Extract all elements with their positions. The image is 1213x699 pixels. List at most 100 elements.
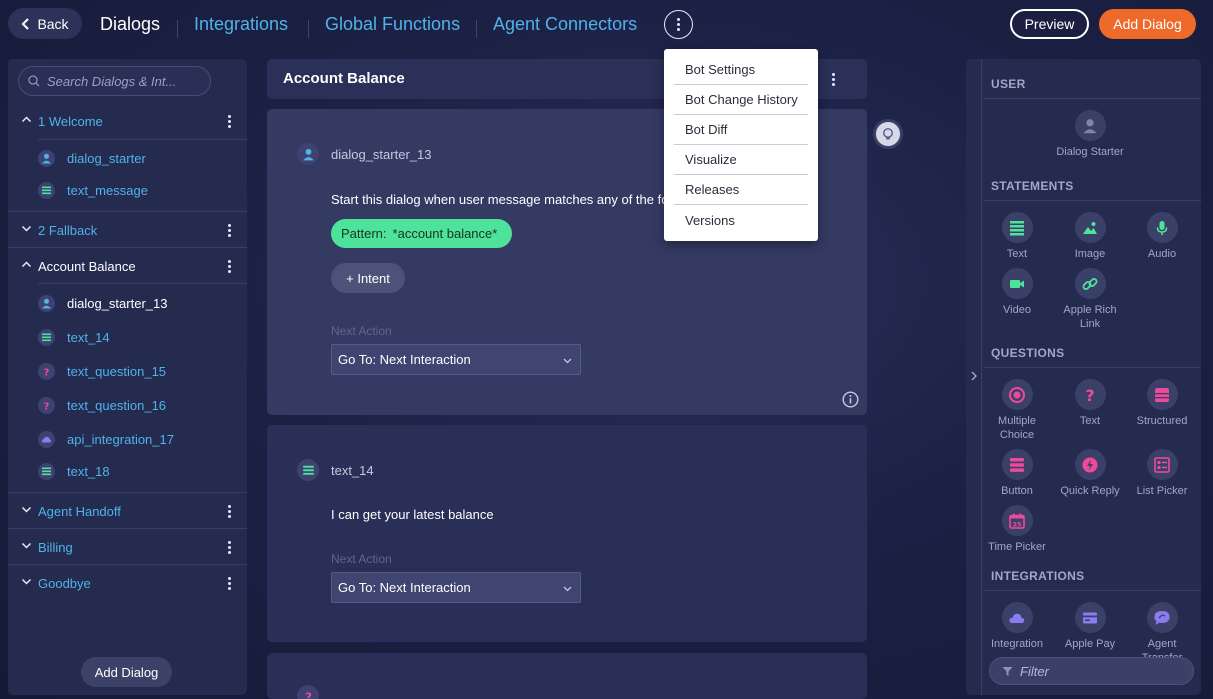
group-title: Billing: [38, 540, 73, 555]
section-title-integrations: INTEGRATIONS: [991, 569, 1085, 583]
menu-item-bot-settings[interactable]: Bot Settings: [674, 55, 808, 85]
select-value: Go To: Next Interaction: [338, 352, 471, 367]
list-item[interactable]: ? text_question_15: [38, 360, 166, 382]
image-icon: [1074, 212, 1106, 243]
dialog-group-agent-handoff[interactable]: Agent Handoff: [8, 493, 247, 529]
svg-text:?: ?: [1085, 386, 1094, 404]
palette-item-apple-pay[interactable]: Apple Pay: [1054, 602, 1126, 651]
group-options-button[interactable]: [225, 574, 233, 592]
calendar-day: 25: [1012, 520, 1022, 528]
divider: [984, 367, 1201, 368]
dialog-group-fallback[interactable]: 2 Fallback: [8, 212, 247, 248]
chevron-up-icon: [21, 261, 32, 268]
group-options-button[interactable]: [225, 112, 233, 130]
message-text[interactable]: I can get your latest balance: [331, 507, 494, 522]
credit-card-icon: [1074, 602, 1106, 633]
preview-button[interactable]: Preview: [1010, 9, 1089, 39]
group-options-button[interactable]: [225, 257, 233, 275]
search-input[interactable]: [47, 73, 207, 89]
add-intent-button[interactable]: + Intent: [331, 263, 405, 293]
back-button[interactable]: Back: [8, 8, 82, 39]
dialog-group-billing[interactable]: Billing: [8, 529, 247, 565]
chevron-down-icon: [21, 225, 32, 232]
group-title: Goodbye: [38, 576, 91, 591]
info-icon[interactable]: [842, 391, 859, 408]
tab-integrations[interactable]: Integrations: [194, 14, 288, 35]
palette-item-quick-reply[interactable]: Quick Reply: [1054, 449, 1126, 498]
palette-item-text[interactable]: Text: [981, 212, 1053, 261]
list-item[interactable]: api_integration_17: [38, 428, 174, 450]
list-item[interactable]: text_14: [38, 326, 110, 348]
chevron-down-icon: [21, 542, 32, 549]
text-node-card[interactable]: text_14 I can get your latest balance Ne…: [267, 425, 867, 642]
group-options-button[interactable]: [225, 502, 233, 520]
list-picker-icon: [1146, 449, 1178, 480]
lightning-icon: [1074, 449, 1106, 480]
sidebar-add-dialog-button[interactable]: Add Dialog: [81, 657, 172, 687]
tab-agent-connectors[interactable]: Agent Connectors: [493, 14, 637, 35]
palette-label: Multiple Choice: [998, 414, 1036, 442]
cloud-icon: [38, 430, 55, 448]
list-item[interactable]: text_message: [38, 179, 148, 201]
menu-item-bot-diff[interactable]: Bot Diff: [674, 115, 808, 145]
palette-item-dialog-starter[interactable]: Dialog Starter: [1054, 110, 1126, 159]
palette-label-line: Link: [1079, 318, 1101, 330]
dialog-group-goodbye[interactable]: Goodbye: [8, 565, 247, 601]
user-icon: [297, 143, 319, 165]
more-options-button[interactable]: [664, 10, 693, 39]
palette-item-button[interactable]: Button: [981, 449, 1053, 498]
palette-item-video[interactable]: Video: [981, 268, 1053, 317]
palette-item-time-picker[interactable]: 25 Time Picker: [981, 505, 1053, 554]
text-icon: [38, 181, 55, 199]
menu-item-bot-change-history[interactable]: Bot Change History: [674, 85, 808, 115]
palette-item-image[interactable]: Image: [1054, 212, 1126, 261]
group-options-button[interactable]: [225, 538, 233, 556]
palette-label: Text: [1006, 248, 1028, 260]
pattern-value: *account balance*: [392, 226, 498, 241]
filter-input[interactable]: [1020, 663, 1180, 679]
palette-item-list-picker[interactable]: List Picker: [1126, 449, 1198, 498]
svg-text:?: ?: [305, 690, 312, 699]
lightbulb-icon[interactable]: [873, 119, 903, 149]
add-dialog-button[interactable]: Add Dialog: [1099, 9, 1196, 39]
palette-collapse-handle[interactable]: [966, 59, 982, 695]
tab-dialogs[interactable]: Dialogs: [100, 14, 160, 35]
item-label: dialog_starter: [67, 150, 146, 166]
palette-item-agent-transfer[interactable]: Agent Transfer: [1126, 602, 1198, 665]
more-vertical-icon: [227, 540, 231, 554]
palette-item-multiple-choice[interactable]: Multiple Choice: [981, 379, 1053, 442]
question-node-card[interactable]: ?: [267, 653, 867, 699]
group-options-button[interactable]: [225, 221, 233, 239]
section-title-user: USER: [991, 77, 1026, 91]
palette-item-structured[interactable]: Structured: [1126, 379, 1198, 428]
pattern-pill[interactable]: Pattern: *account balance*: [331, 219, 513, 248]
next-action-select[interactable]: Go To: Next Interaction: [331, 572, 581, 603]
palette-filter[interactable]: [989, 657, 1194, 685]
palette-item-apple-rich-link[interactable]: Apple Rich Link: [1054, 268, 1126, 331]
item-label: dialog_starter_13: [67, 295, 168, 311]
list-item[interactable]: ? text_question_16: [38, 394, 166, 416]
search-box[interactable]: [18, 66, 211, 96]
menu-item-releases[interactable]: Releases: [674, 175, 808, 205]
dialog-group-welcome[interactable]: 1 Welcome: [8, 103, 247, 139]
list-item[interactable]: dialog_starter_13: [38, 292, 167, 314]
menu-item-versions[interactable]: Versions: [674, 205, 808, 235]
palette-label: Quick Reply: [1060, 485, 1120, 497]
list-item[interactable]: dialog_starter: [38, 147, 146, 169]
svg-text:?: ?: [44, 367, 50, 377]
palette-item-audio[interactable]: Audio: [1126, 212, 1198, 261]
tab-global-functions[interactable]: Global Functions: [325, 14, 460, 35]
menu-item-visualize[interactable]: Visualize: [674, 145, 808, 175]
chat-bubble-icon: [1146, 602, 1178, 633]
chevron-left-icon: [22, 17, 30, 30]
palette-item-integration[interactable]: Integration: [981, 602, 1053, 651]
microphone-icon: [1146, 212, 1178, 243]
list-item[interactable]: text_18: [38, 460, 110, 482]
palette-item-text-question[interactable]: ? Text: [1054, 379, 1126, 428]
question-icon: ?: [297, 685, 319, 699]
dialog-options-button[interactable]: [829, 70, 837, 88]
next-action-select[interactable]: Go To: Next Interaction: [331, 344, 581, 375]
dialog-group-account-balance[interactable]: Account Balance: [8, 248, 247, 284]
palette-label: List Picker: [1136, 485, 1188, 497]
text-icon: [38, 328, 55, 346]
